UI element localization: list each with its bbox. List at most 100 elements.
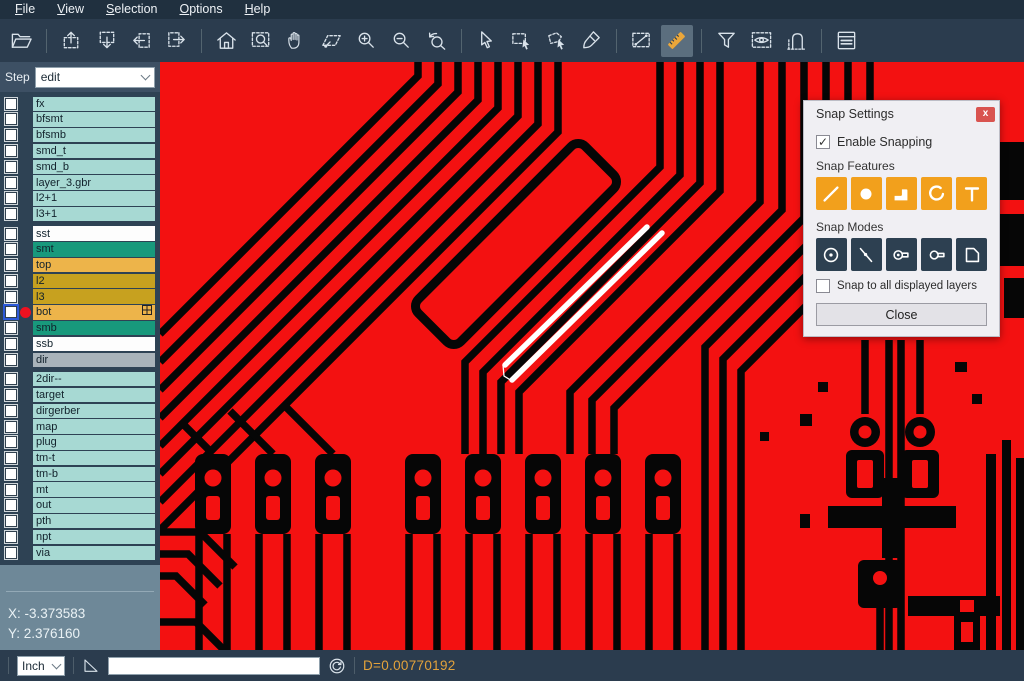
layer-checkbox-out[interactable] <box>5 499 17 511</box>
snap-line-icon[interactable] <box>816 177 847 210</box>
layer-item-ssb[interactable]: ssb <box>33 337 155 351</box>
view-options-icon[interactable] <box>746 25 778 57</box>
close-button[interactable]: Close <box>816 303 987 326</box>
menu-item-file[interactable]: File <box>4 0 46 19</box>
layer-item-smd_b[interactable]: smd_b <box>33 160 155 174</box>
layer-item-bot[interactable]: bot <box>33 305 155 319</box>
layer-item-tm-t[interactable]: tm-t <box>33 451 155 465</box>
layer-item-tm-b[interactable]: tm-b <box>33 467 155 481</box>
snap-contour-icon[interactable] <box>956 238 987 271</box>
layer-checkbox-layer_3.gbr[interactable] <box>5 177 17 189</box>
layer-item-l2+1[interactable]: l2+1 <box>33 191 155 205</box>
zoom-area-icon[interactable] <box>246 25 278 57</box>
layer-checkbox-tm-b[interactable] <box>5 468 17 480</box>
zoom-previous-icon[interactable] <box>421 25 453 57</box>
layer-checkbox-l2[interactable] <box>5 275 17 287</box>
layer-checkbox-smd_b[interactable] <box>5 161 17 173</box>
layer-checkbox-bfsmt[interactable] <box>5 113 17 125</box>
snap-pad-filled-icon[interactable] <box>886 238 917 271</box>
snap-pad-outline-icon[interactable] <box>921 238 952 271</box>
pan-up-icon[interactable] <box>56 25 88 57</box>
layer-item-bfsmb[interactable]: bfsmb <box>33 128 155 142</box>
zoom-window-icon[interactable] <box>316 25 348 57</box>
layer-item-mt[interactable]: mt <box>33 482 155 496</box>
menu-item-help[interactable]: Help <box>234 0 282 19</box>
layer-item-bfsmt[interactable]: bfsmt <box>33 112 155 126</box>
measure-ruler-icon[interactable] <box>661 25 693 57</box>
layer-item-fx[interactable]: fx <box>33 97 155 111</box>
measure-distance-icon[interactable] <box>626 25 658 57</box>
layer-item-dirgerber[interactable]: dirgerber <box>33 404 155 418</box>
layer-checkbox-2dir--[interactable] <box>5 373 17 385</box>
enable-snapping-checkbox[interactable]: ✓ <box>816 135 830 149</box>
layer-checkbox-ssb[interactable] <box>5 338 17 350</box>
snap-all-layers-checkbox[interactable] <box>816 279 830 293</box>
layer-item-via[interactable]: via <box>33 546 155 560</box>
select-pointer-icon[interactable] <box>471 25 503 57</box>
layer-item-npt[interactable]: npt <box>33 530 155 544</box>
snap-nearest-point-icon[interactable] <box>851 238 882 271</box>
close-icon[interactable]: x <box>976 107 995 122</box>
layer-item-target[interactable]: target <box>33 388 155 402</box>
filter-icon[interactable] <box>711 25 743 57</box>
layer-item-smd_t[interactable]: smd_t <box>33 144 155 158</box>
layer-checkbox-l3+1[interactable] <box>5 208 17 220</box>
layer-checkbox-target[interactable] <box>5 389 17 401</box>
snap-arc-icon[interactable] <box>921 177 952 210</box>
zoom-in-icon[interactable] <box>351 25 383 57</box>
layer-checkbox-dirgerber[interactable] <box>5 405 17 417</box>
report-panel-icon[interactable] <box>831 25 863 57</box>
open-file-icon[interactable] <box>6 25 38 57</box>
layer-item-l3[interactable]: l3 <box>33 289 155 303</box>
select-rectangle-icon[interactable] <box>506 25 538 57</box>
layer-checkbox-pth[interactable] <box>5 515 17 527</box>
pan-right-icon[interactable] <box>161 25 193 57</box>
snap-center-icon[interactable] <box>816 238 847 271</box>
layer-checkbox-bot[interactable] <box>5 306 17 318</box>
layer-item-plug[interactable]: plug <box>33 435 155 449</box>
layer-item-dir[interactable]: dir <box>33 353 155 367</box>
menu-item-options[interactable]: Options <box>168 0 233 19</box>
layer-checkbox-l2+1[interactable] <box>5 192 17 204</box>
layer-checkbox-fx[interactable] <box>5 98 17 110</box>
layer-checkbox-bfsmb[interactable] <box>5 129 17 141</box>
snap-circle-icon[interactable] <box>851 177 882 210</box>
layer-checkbox-l3[interactable] <box>5 291 17 303</box>
layer-checkbox-smd_t[interactable] <box>5 145 17 157</box>
grid-icon[interactable] <box>142 305 152 319</box>
layer-item-l2[interactable]: l2 <box>33 274 155 288</box>
layer-checkbox-tm-t[interactable] <box>5 452 17 464</box>
pan-left-icon[interactable] <box>126 25 158 57</box>
layer-checkbox-map[interactable] <box>5 421 17 433</box>
step-select[interactable]: edit <box>35 67 155 88</box>
layer-checkbox-plug[interactable] <box>5 436 17 448</box>
layer-item-top[interactable]: top <box>33 258 155 272</box>
layer-checkbox-sst[interactable] <box>5 228 17 240</box>
layer-checkbox-via[interactable] <box>5 547 17 559</box>
pcb-canvas[interactable]: Snap Settings x ✓ Enable Snapping Snap F… <box>160 62 1024 650</box>
layer-checkbox-mt[interactable] <box>5 484 17 496</box>
menu-item-selection[interactable]: Selection <box>95 0 168 19</box>
layer-item-2dir--[interactable]: 2dir-- <box>33 372 155 386</box>
layer-checkbox-dir[interactable] <box>5 354 17 366</box>
pan-down-icon[interactable] <box>91 25 123 57</box>
layer-item-sst[interactable]: sst <box>33 226 155 240</box>
layer-item-map[interactable]: map <box>33 419 155 433</box>
menu-item-view[interactable]: View <box>46 0 95 19</box>
select-polygon-icon[interactable] <box>541 25 573 57</box>
pan-hand-icon[interactable] <box>281 25 313 57</box>
units-select[interactable]: Inch <box>17 656 65 676</box>
layer-item-layer_3.gbr[interactable]: layer_3.gbr <box>33 175 155 189</box>
layer-item-l3+1[interactable]: l3+1 <box>33 207 155 221</box>
snap-text-icon[interactable] <box>956 177 987 210</box>
refresh-icon[interactable] <box>328 657 346 675</box>
layer-item-pth[interactable]: pth <box>33 514 155 528</box>
layer-checkbox-top[interactable] <box>5 259 17 271</box>
zoom-out-icon[interactable] <box>386 25 418 57</box>
jump-net-icon[interactable] <box>781 25 813 57</box>
layer-checkbox-npt[interactable] <box>5 531 17 543</box>
layer-checkbox-smb[interactable] <box>5 322 17 334</box>
home-view-icon[interactable] <box>211 25 243 57</box>
layer-item-smb[interactable]: smb <box>33 321 155 335</box>
layer-item-out[interactable]: out <box>33 498 155 512</box>
